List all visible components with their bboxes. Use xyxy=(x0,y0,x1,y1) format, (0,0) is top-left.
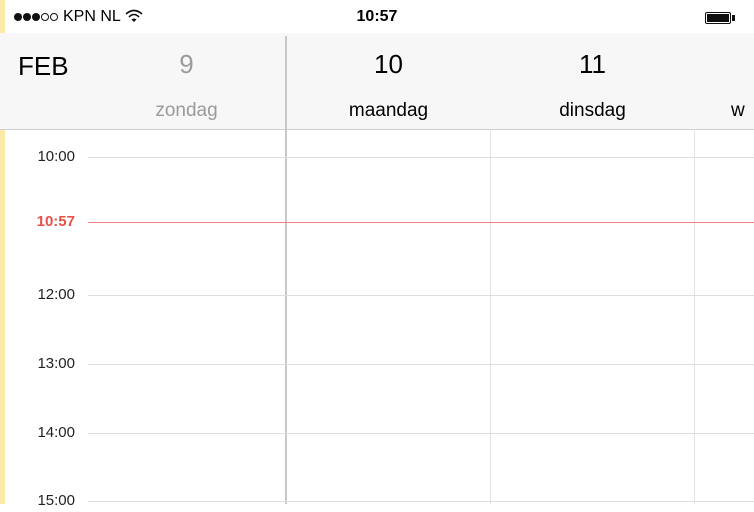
hour-line xyxy=(88,364,754,365)
hour-row[interactable]: 12:00 xyxy=(0,286,754,306)
current-time-line xyxy=(88,222,754,223)
hour-line xyxy=(88,501,754,502)
hour-line xyxy=(88,157,754,158)
hour-row[interactable]: 14:00 xyxy=(0,424,754,444)
current-time-label: 10:57 xyxy=(36,213,75,230)
week-header: FEB 9 zondag 10 maandag 11 dinsdag w xyxy=(0,33,754,130)
day-name: zondag xyxy=(155,100,218,121)
hour-label: 14:00 xyxy=(37,424,75,441)
hour-label: 10:00 xyxy=(37,148,75,165)
current-time-indicator: 10:57 xyxy=(0,213,754,233)
day-column-header[interactable]: 11 dinsdag xyxy=(491,33,694,129)
hour-label: 12:00 xyxy=(37,286,75,303)
status-bar: KPN NL 10:57 xyxy=(0,0,754,33)
battery-icon xyxy=(705,12,731,24)
hour-line xyxy=(88,433,754,434)
status-time: 10:57 xyxy=(356,8,398,25)
hour-row[interactable]: 15:00 xyxy=(0,492,754,512)
hour-row[interactable]: 10:00 xyxy=(0,148,754,168)
day-number: 9 xyxy=(179,49,194,79)
day-number: 10 xyxy=(374,49,403,79)
hour-row[interactable]: 13:00 xyxy=(0,355,754,375)
column-separator xyxy=(490,129,491,504)
day-name: w xyxy=(731,100,745,121)
day-column-header[interactable]: w xyxy=(695,33,754,129)
day-column-header[interactable]: 9 zondag xyxy=(88,33,285,129)
battery-tip xyxy=(732,15,735,21)
column-separator xyxy=(694,129,695,504)
day-number: 11 xyxy=(579,49,606,79)
month-label: FEB xyxy=(18,51,69,81)
day-column-header[interactable]: 10 maandag xyxy=(287,33,490,129)
day-name: dinsdag xyxy=(559,100,626,121)
hour-label: 15:00 xyxy=(37,492,75,509)
day-name: maandag xyxy=(348,100,429,121)
hour-line xyxy=(88,295,754,296)
hour-label: 13:00 xyxy=(37,355,75,372)
